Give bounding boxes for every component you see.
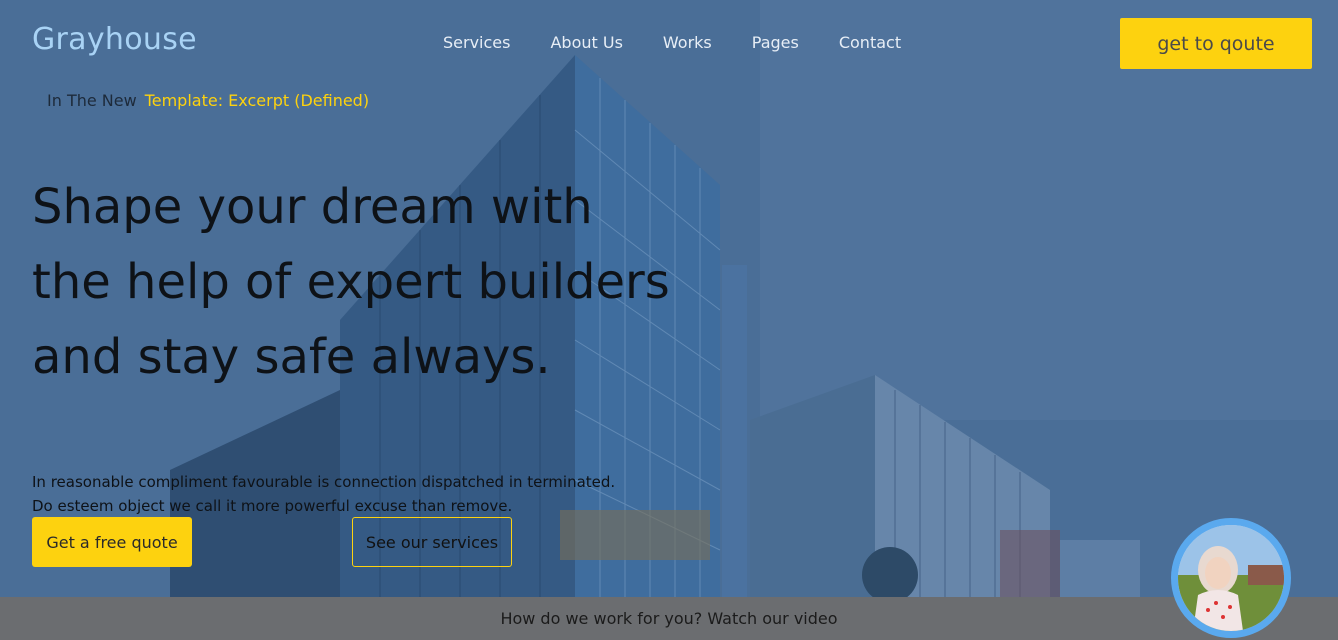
free-quote-button[interactable]: Get a free quote xyxy=(32,517,192,567)
watch-video-bar[interactable]: How do we work for you? Watch our video xyxy=(0,597,1338,640)
brand-logo[interactable]: Grayhouse xyxy=(32,22,197,57)
hero-subtext-line-2: Do esteem object we call it more powerfu… xyxy=(32,497,513,515)
ticker-highlight[interactable]: Template: Excerpt (Defined) xyxy=(145,91,369,110)
user-avatar-icon[interactable] xyxy=(1171,518,1291,638)
nav-item-services[interactable]: Services xyxy=(443,33,510,52)
nav-item-contact[interactable]: Contact xyxy=(839,33,901,52)
hero-subtext: In reasonable compliment favourable is c… xyxy=(32,470,692,518)
get-quote-button[interactable]: get to qoute xyxy=(1120,18,1312,69)
hero-subtext-line-1: In reasonable compliment favourable is c… xyxy=(32,473,616,491)
watch-video-text: How do we work for you? Watch our video xyxy=(500,609,838,628)
see-services-button[interactable]: See our services xyxy=(352,517,512,567)
nav-item-about-us[interactable]: About Us xyxy=(550,33,622,52)
ticker-lead: In The New xyxy=(47,91,137,110)
hero-headline: Shape your dream with the help of expert… xyxy=(32,179,670,385)
nav-item-pages[interactable]: Pages xyxy=(752,33,799,52)
nav-item-works[interactable]: Works xyxy=(663,33,712,52)
news-ticker: In The New Template: Excerpt (Defined) xyxy=(47,91,369,110)
main-nav: Services About Us Works Pages Contact xyxy=(443,33,901,52)
